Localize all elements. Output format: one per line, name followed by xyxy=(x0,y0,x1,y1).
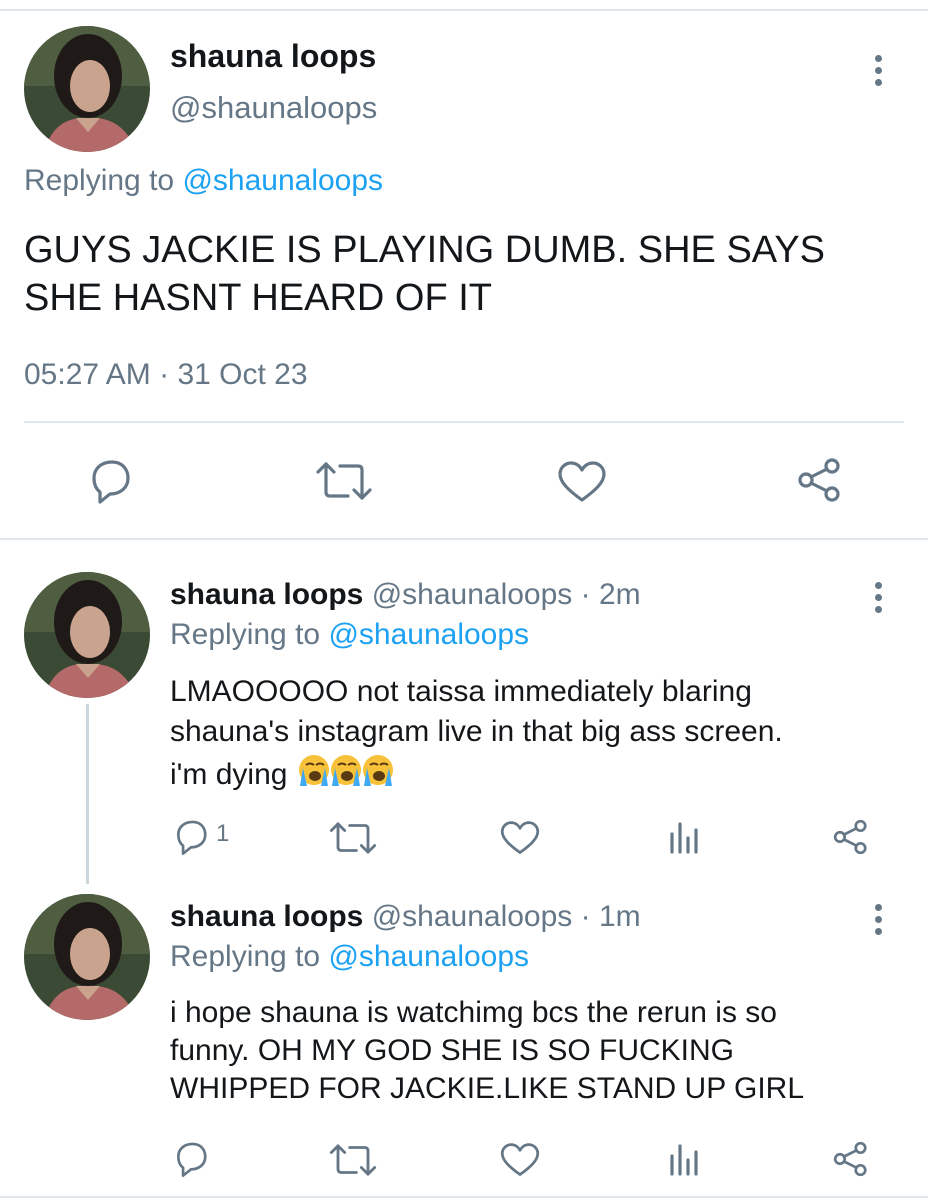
handle[interactable]: @shaunaloops xyxy=(372,900,573,933)
share-icon[interactable] xyxy=(832,1140,870,1178)
more-options-icon[interactable] xyxy=(873,582,883,618)
crying-emoji-icon xyxy=(298,752,396,799)
handle[interactable]: @shaunaloops xyxy=(170,90,377,126)
reply-text: LMAOOOOO not taissa immediately blaring … xyxy=(170,672,910,799)
share-icon[interactable] xyxy=(796,456,844,504)
analytics-icon[interactable] xyxy=(668,820,700,854)
retweet-icon[interactable] xyxy=(314,460,374,502)
like-icon[interactable] xyxy=(556,460,608,504)
reply-icon[interactable] xyxy=(86,458,134,504)
time: 05:27 AM xyxy=(24,358,151,391)
analytics-icon[interactable] xyxy=(668,1142,700,1176)
avatar[interactable] xyxy=(24,572,150,698)
tweet-age[interactable]: · 2m xyxy=(581,578,641,611)
tweet-text: GUYS JACKIE IS PLAYING DUMB. SHE SAYS SH… xyxy=(24,226,904,322)
tweet-text-line: GUYS JACKIE IS PLAYING DUMB. SHE SAYS xyxy=(24,229,826,271)
reply-text-line: WHIPPED FOR JACKIE.LIKE STAND UP GIRL xyxy=(170,1072,805,1105)
separator: · xyxy=(159,358,170,391)
reply-icon[interactable] xyxy=(172,1140,210,1178)
display-name[interactable]: shauna loops xyxy=(170,900,363,933)
reply-text-line: LMAOOOOO not taissa immediately blaring xyxy=(170,675,752,708)
reply-text-line: shauna's instagram live in that big ass … xyxy=(170,715,783,748)
reply-header: shauna loops @shaunaloops · 1m xyxy=(170,900,641,934)
retweet-icon[interactable] xyxy=(328,1142,378,1178)
bottom-divider xyxy=(0,1196,928,1198)
timestamp[interactable]: 05:27 AM · 31 Oct 23 xyxy=(24,358,308,392)
avatar[interactable] xyxy=(24,26,150,152)
replying-to-handle[interactable]: @shaunaloops xyxy=(328,940,529,973)
thread-line xyxy=(86,704,89,884)
retweet-icon[interactable] xyxy=(328,820,378,856)
reply-text-line: i'm dying xyxy=(170,758,288,791)
replying-to: Replying to @shaunaloops xyxy=(170,940,529,974)
like-icon[interactable] xyxy=(499,820,541,856)
replying-to-label: Replying to xyxy=(170,618,321,651)
date: 31 Oct 23 xyxy=(177,358,308,391)
replying-to: Replying to @shaunaloops xyxy=(24,164,383,198)
reply-text-line: i hope shauna is watchimg bcs the rerun … xyxy=(170,996,777,1029)
replying-to-handle[interactable]: @shaunaloops xyxy=(328,618,529,651)
reply-header: shauna loops @shaunaloops · 2m xyxy=(170,578,641,612)
more-options-icon[interactable] xyxy=(873,904,883,940)
section-divider xyxy=(0,538,928,540)
tweet-age[interactable]: · 1m xyxy=(581,900,641,933)
avatar[interactable] xyxy=(24,894,150,1020)
handle[interactable]: @shaunaloops xyxy=(372,578,573,611)
replying-to-label: Replying to xyxy=(24,164,175,197)
reply-icon[interactable] xyxy=(172,818,210,856)
reply-text-line-with-emoji: i'm dying xyxy=(170,752,910,799)
replying-to: Replying to @shaunaloops xyxy=(170,618,529,652)
divider xyxy=(24,421,904,423)
top-border xyxy=(0,0,928,11)
reply-count: 1 xyxy=(216,820,230,847)
like-icon[interactable] xyxy=(499,1142,541,1178)
display-name[interactable]: shauna loops xyxy=(170,578,363,611)
reply-text-line: funny. OH MY GOD SHE IS SO FUCKING xyxy=(170,1034,735,1067)
replying-to-label: Replying to xyxy=(170,940,321,973)
share-icon[interactable] xyxy=(832,818,870,856)
more-options-icon[interactable] xyxy=(873,55,883,91)
reply-text: i hope shauna is watchimg bcs the rerun … xyxy=(170,994,910,1108)
display-name[interactable]: shauna loops xyxy=(170,38,376,75)
tweet-text-line: SHE HASNT HEARD OF IT xyxy=(24,277,493,319)
replying-to-handle[interactable]: @shaunaloops xyxy=(182,164,383,197)
